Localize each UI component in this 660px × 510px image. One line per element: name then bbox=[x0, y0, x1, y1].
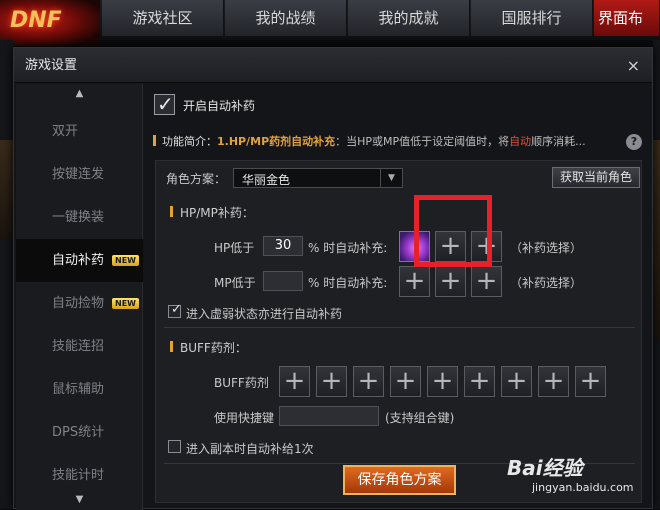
buff-slot[interactable]: + bbox=[464, 366, 495, 397]
background-left bbox=[0, 40, 13, 509]
new-badge: NEW bbox=[112, 255, 139, 266]
enable-auto-potion-checkbox[interactable]: ✓ bbox=[154, 92, 175, 116]
mp-add-potion-slot[interactable]: + bbox=[471, 266, 502, 297]
section-marker bbox=[170, 206, 173, 217]
section-marker bbox=[170, 341, 173, 352]
buff-slot[interactable]: + bbox=[575, 366, 606, 397]
plus-icon: + bbox=[468, 366, 491, 396]
settings-sidebar: ▲ 双开 按键连发 一键换装 自动补药 NEW 自动捡物 NEW 技能连招 鼠标辅助… bbox=[16, 84, 143, 510]
sidebar-item-mouse-assist[interactable]: 鼠标辅助 bbox=[16, 368, 143, 411]
close-icon[interactable]: × bbox=[627, 48, 640, 83]
dialog-title-bar: 游戏设置 × bbox=[14, 48, 652, 83]
buff-slot[interactable]: + bbox=[427, 366, 458, 397]
hp-mp-section-title: HP/MP补药： bbox=[180, 206, 254, 220]
plus-icon: + bbox=[579, 366, 602, 396]
sidebar-item-dual-open[interactable]: 双开 bbox=[16, 110, 143, 153]
highlight-annotation-box bbox=[414, 195, 492, 267]
weak-state-label: 进入虚弱状态亦进行自动补药 bbox=[186, 307, 343, 321]
plus-icon: + bbox=[431, 366, 454, 396]
scroll-up-arrow-icon[interactable]: ▲ bbox=[16, 88, 143, 99]
weak-state-checkbox[interactable]: ✓ bbox=[168, 302, 182, 318]
mp-threshold-label: MP低于 bbox=[214, 276, 256, 290]
auto-potion-panel: ✓ 开启自动补药 功能简介：1.HP/MP药剂自动补充：当HP或MP值低于设定阈… bbox=[145, 84, 652, 510]
save-role-scheme-button[interactable]: 保存角色方案 bbox=[343, 465, 456, 495]
enable-auto-potion-label: 开启自动补药 bbox=[183, 99, 256, 113]
buff-slot[interactable]: + bbox=[353, 366, 384, 397]
plus-icon: + bbox=[439, 266, 462, 296]
buff-section-title: BUFF药剂： bbox=[180, 341, 247, 355]
mp-threshold-suffix: % 时自动补充: bbox=[308, 276, 388, 290]
hp-threshold-label: HP低于 bbox=[214, 241, 255, 255]
tab-community[interactable]: 游戏社区 bbox=[102, 0, 224, 36]
baidu-watermark-url: jingyan.baidu.com bbox=[532, 481, 634, 494]
dungeon-supply-checkbox[interactable] bbox=[168, 440, 181, 453]
role-scheme-label: 角色方案： bbox=[166, 172, 227, 186]
hp-threshold-suffix: % 时自动补充: bbox=[308, 241, 388, 255]
background-decoration bbox=[0, 140, 13, 240]
chevron-down-icon: ▼ bbox=[380, 169, 402, 187]
plus-icon: + bbox=[394, 366, 417, 396]
plus-icon: + bbox=[283, 366, 306, 396]
buff-slot[interactable]: + bbox=[279, 366, 310, 397]
sidebar-item-dps-stats[interactable]: DPS统计 bbox=[16, 411, 143, 454]
game-settings-dialog: 游戏设置 × ▲ 双开 按键连发 一键换装 自动补药 NEW 自动捡物 NEW 技能… bbox=[13, 47, 653, 510]
plus-icon: + bbox=[320, 366, 343, 396]
plus-icon: + bbox=[475, 266, 498, 296]
feature-intro: 功能简介：1.HP/MP药剂自动补充：当HP或MP值低于设定阈值时，将自动顺序消… bbox=[162, 135, 586, 148]
divider bbox=[164, 327, 635, 328]
mp-add-potion-slot[interactable]: + bbox=[435, 266, 466, 297]
dialog-title: 游戏设置 bbox=[25, 58, 78, 73]
tab-my-achievements[interactable]: 我的成就 bbox=[348, 0, 470, 36]
dungeon-supply-label: 进入副本时自动补给1次 bbox=[186, 442, 314, 456]
buff-potion-label: BUFF药剂 bbox=[214, 376, 269, 390]
mp-potion-choose-label: （补药选择） bbox=[510, 276, 583, 290]
plus-icon: + bbox=[403, 266, 426, 296]
checkmark-icon: ✓ bbox=[157, 92, 174, 116]
hotkey-hint: (支持组合键) bbox=[385, 411, 455, 425]
plus-icon: + bbox=[542, 366, 565, 396]
sidebar-item-skill-combo[interactable]: 技能连招 bbox=[16, 325, 143, 368]
role-scheme-dropdown[interactable]: 华丽金色 ▼ bbox=[233, 168, 403, 188]
buff-slot[interactable]: + bbox=[316, 366, 347, 397]
scroll-down-arrow-icon[interactable]: ▼ bbox=[16, 494, 143, 505]
background-decoration-right bbox=[653, 140, 660, 340]
new-badge: NEW bbox=[112, 298, 139, 309]
top-navigation-bar: DNF 游戏社区 我的战绩 我的成就 国服排行 界面布 bbox=[0, 0, 660, 46]
buff-slot[interactable]: + bbox=[538, 366, 569, 397]
sidebar-item-auto-pickup[interactable]: 自动捡物 NEW bbox=[16, 282, 143, 325]
buff-slot[interactable]: + bbox=[501, 366, 532, 397]
mp-threshold-input[interactable] bbox=[263, 271, 303, 291]
game-logo: DNF bbox=[0, 0, 100, 46]
plus-icon: + bbox=[357, 366, 380, 396]
hotkey-label: 使用快捷键 bbox=[214, 411, 275, 425]
sidebar-item-auto-potion[interactable]: 自动补药 NEW bbox=[16, 239, 143, 282]
tab-my-record[interactable]: 我的战绩 bbox=[225, 0, 347, 36]
hotkey-input[interactable] bbox=[279, 406, 379, 426]
hp-potion-choose-label: （补药选择） bbox=[510, 241, 583, 255]
sidebar-item-key-repeat[interactable]: 按键连发 bbox=[16, 153, 143, 196]
sidebar-item-skill-timer[interactable]: 技能计时 bbox=[16, 454, 143, 497]
get-current-role-button[interactable]: 获取当前角色 bbox=[552, 167, 640, 188]
tab-interface-layout[interactable]: 界面布 bbox=[594, 0, 660, 36]
section-marker bbox=[153, 135, 156, 146]
help-icon[interactable]: ? bbox=[626, 134, 642, 150]
sidebar-item-quick-equip[interactable]: 一键换装 bbox=[16, 196, 143, 239]
baidu-watermark: Bai经验 bbox=[507, 456, 583, 480]
mp-add-potion-slot[interactable]: + bbox=[399, 266, 430, 297]
plus-icon: + bbox=[505, 366, 528, 396]
hp-threshold-input[interactable]: 30 bbox=[263, 236, 303, 256]
tab-server-ranking[interactable]: 国服排行 bbox=[471, 0, 593, 36]
buff-slot[interactable]: + bbox=[390, 366, 421, 397]
checkmark-icon: ✓ bbox=[171, 302, 182, 317]
